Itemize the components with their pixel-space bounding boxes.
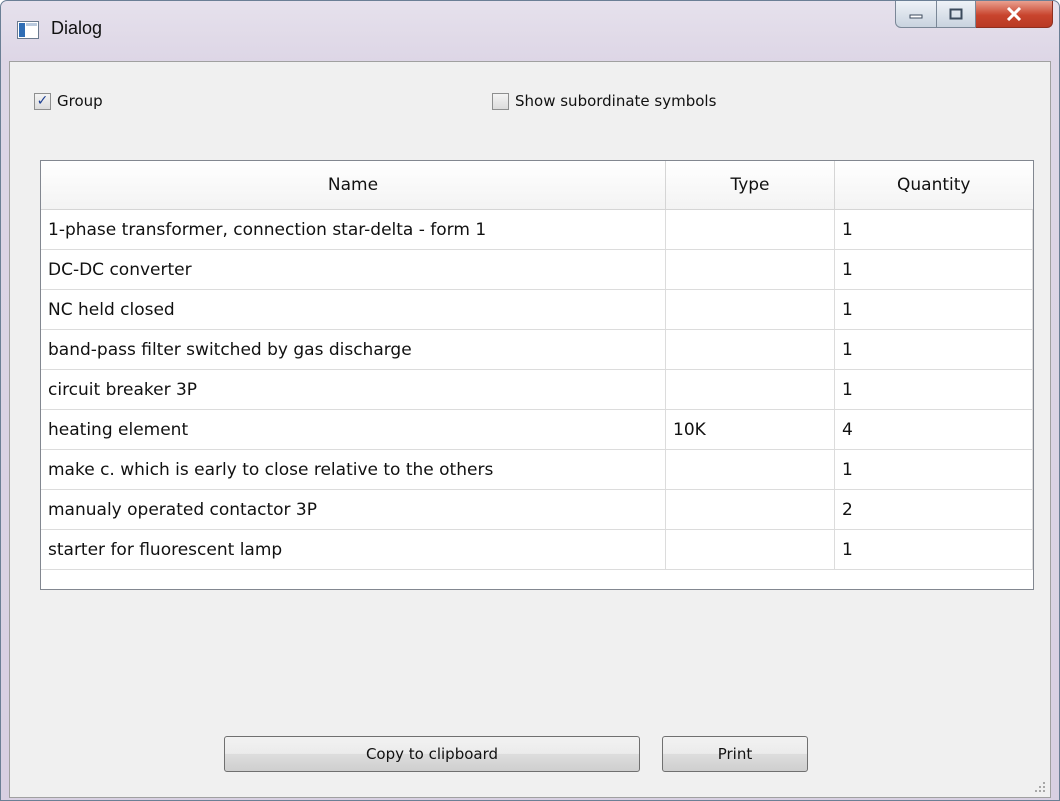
cell-type[interactable] [665,369,835,410]
print-button[interactable]: Print [662,736,808,772]
close-icon [1006,7,1022,21]
cell-type[interactable] [665,449,835,490]
cell-type[interactable] [665,289,835,330]
cell-type[interactable] [665,489,835,530]
table-row[interactable]: circuit breaker 3P 1 [41,369,1033,410]
cell-quantity[interactable]: 1 [834,529,1033,570]
table-row[interactable]: starter for fluorescent lamp 1 [41,529,1033,570]
group-checkbox-label: Group [57,92,103,110]
cell-name[interactable]: make c. which is early to close relative… [41,449,666,490]
group-checkbox[interactable]: ✓ Group [34,92,103,110]
cell-name[interactable]: band-pass filter switched by gas dischar… [41,329,666,370]
close-button[interactable] [976,1,1053,28]
title-bar[interactable]: Dialog [1,1,1059,61]
cell-name[interactable]: heating element [41,409,666,450]
cell-quantity[interactable]: 1 [834,449,1033,490]
cell-name[interactable]: circuit breaker 3P [41,369,666,410]
cell-type[interactable] [665,529,835,570]
cell-type[interactable] [665,329,835,370]
table-row[interactable]: 1-phase transformer, connection star-del… [41,209,1033,250]
resize-grip-icon[interactable] [1034,781,1046,793]
table-row[interactable]: band-pass filter switched by gas dischar… [41,329,1033,370]
window-title: Dialog [51,18,103,38]
table-row[interactable]: manualy operated contactor 3P 2 [41,489,1033,530]
cell-quantity[interactable]: 1 [834,369,1033,410]
group-checkbox-box[interactable]: ✓ [34,92,51,110]
cell-quantity[interactable]: 4 [834,409,1033,450]
cell-quantity[interactable]: 1 [834,289,1033,330]
maximize-button[interactable] [937,1,976,28]
cell-quantity[interactable]: 2 [834,489,1033,530]
dialog-window: Dialog ✓ Group Show subordinate symbols [0,0,1060,801]
column-header-type[interactable]: Type [665,161,835,210]
dialog-app-icon [17,21,39,39]
cell-name[interactable]: 1-phase transformer, connection star-del… [41,209,666,250]
symbols-table[interactable]: Name Type Quantity 1-phase transformer, … [40,160,1034,590]
cell-name[interactable]: manualy operated contactor 3P [41,489,666,530]
cell-name[interactable]: DC-DC converter [41,249,666,290]
show-subordinate-checkbox-label: Show subordinate symbols [515,92,717,110]
table-row[interactable]: heating element 10K 4 [41,409,1033,450]
show-subordinate-checkbox-box[interactable] [492,92,509,110]
minimize-button[interactable] [895,1,937,28]
cell-quantity[interactable]: 1 [834,249,1033,290]
column-header-quantity[interactable]: Quantity [834,161,1033,210]
column-header-name[interactable]: Name [41,161,666,210]
minimize-icon [909,14,923,19]
cell-quantity[interactable]: 1 [834,329,1033,370]
cell-quantity[interactable]: 1 [834,209,1033,250]
table-row[interactable]: DC-DC converter 1 [41,249,1033,290]
table-row[interactable]: make c. which is early to close relative… [41,449,1033,490]
maximize-icon [949,8,963,20]
show-subordinate-checkbox[interactable]: Show subordinate symbols [492,92,716,110]
table-row[interactable]: NC held closed 1 [41,289,1033,330]
cell-name[interactable]: NC held closed [41,289,666,330]
cell-type[interactable] [665,249,835,290]
cell-type[interactable]: 10K [665,409,835,450]
copy-to-clipboard-button[interactable]: Copy to clipboard [224,736,640,772]
cell-type[interactable] [665,209,835,250]
cell-name[interactable]: starter for fluorescent lamp [41,529,666,570]
dialog-content: ✓ Group Show subordinate symbols Name Ty… [9,61,1051,798]
